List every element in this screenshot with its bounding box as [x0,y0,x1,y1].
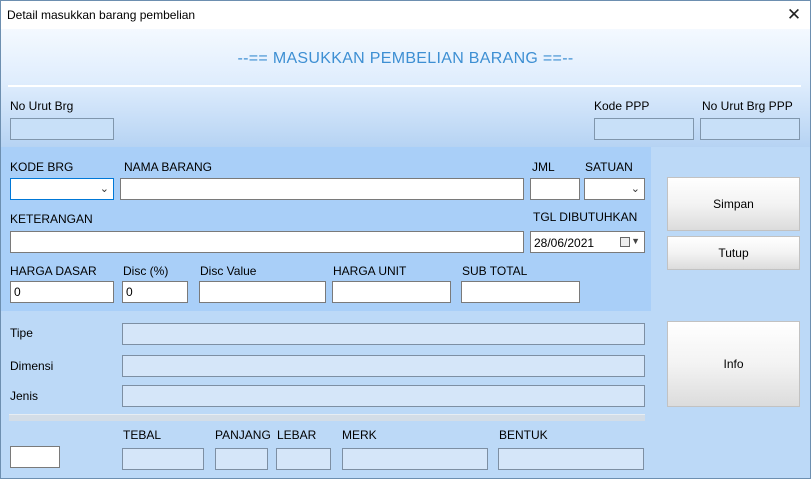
info-button-label: Info [723,357,744,371]
info-button[interactable]: Info [667,321,800,407]
no-urut-brg-field[interactable] [10,118,114,140]
lebar-field[interactable] [276,448,331,470]
lebar-label: LEBAR [277,428,317,442]
dimensi-label: Dimensi [10,359,54,373]
tgl-dibutuhkan-datepicker[interactable]: 28/06/2021 ▼ [530,231,645,253]
simpan-button[interactable]: Simpan [667,177,800,231]
jenis-label: Jenis [10,389,39,403]
kode-brg-label: KODE BRG [10,160,74,174]
tebal-label: TEBAL [123,428,162,442]
jml-field[interactable] [530,178,580,200]
dimensi-field[interactable] [122,355,645,377]
tebal-field[interactable] [122,448,204,470]
kode-brg-select[interactable]: ⌄ [10,178,114,200]
no-urut-brg-ppp-label: No Urut Brg PPP [702,99,793,113]
satuan-label: SATUAN [585,160,633,174]
nama-barang-field[interactable] [120,178,524,200]
sub-total-field[interactable] [461,281,580,303]
chevron-down-icon: ⌄ [630,183,640,195]
panjang-field[interactable] [215,448,268,470]
small-input-field[interactable] [10,446,60,468]
merk-field[interactable] [342,448,488,470]
tgl-dibutuhkan-label: TGL DIBUTUHKAN [533,210,638,224]
simpan-button-label: Simpan [713,197,754,211]
panjang-label: PANJANG [215,428,271,442]
dialog-window: Detail masukkan barang pembelian ✕ --== … [0,0,811,479]
disc-value-field[interactable] [199,281,326,303]
calendar-icon[interactable] [620,237,630,247]
keterangan-field[interactable] [10,231,524,253]
sub-total-label: SUB TOTAL [462,264,528,278]
merk-label: MERK [342,428,377,442]
nama-barang-label: NAMA BARANG [124,160,213,174]
tipe-field[interactable] [122,323,645,345]
satuan-select[interactable]: ⌄ [584,178,645,200]
header-panel: --== MASUKKAN PEMBELIAN BARANG ==-- No U… [1,29,810,147]
header-divider [8,85,801,87]
page-title: --== MASUKKAN PEMBELIAN BARANG ==-- [237,50,574,67]
tutup-button[interactable]: Tutup [667,236,800,270]
harga-unit-label: HARGA UNIT [333,264,407,278]
separator-bar [9,414,645,421]
harga-dasar-field[interactable] [10,281,114,303]
chevron-down-icon: ⌄ [99,183,109,195]
jml-label: JML [532,160,555,174]
disc-pct-field[interactable] [122,281,188,303]
tgl-dibutuhkan-value: 28/06/2021 [534,236,595,250]
title-bar: Detail masukkan barang pembelian ✕ [1,1,810,29]
tutup-button-label: Tutup [718,246,749,260]
disc-pct-label: Disc (%) [123,264,169,278]
bentuk-label: BENTUK [499,428,548,442]
harga-unit-field[interactable] [332,281,451,303]
disc-value-label: Disc Value [200,264,257,278]
bentuk-field[interactable] [498,448,644,470]
window-title: Detail masukkan barang pembelian [7,8,196,22]
chevron-down-icon: ▼ [631,236,640,246]
tipe-label: Tipe [10,326,33,340]
kode-ppp-field[interactable] [594,118,694,140]
kode-ppp-label: Kode PPP [594,99,650,113]
no-urut-brg-ppp-field[interactable] [700,118,800,140]
harga-dasar-label: HARGA DASAR [10,264,97,278]
jenis-field[interactable] [122,385,645,407]
close-icon[interactable]: ✕ [782,3,806,27]
keterangan-label: KETERANGAN [10,212,93,226]
no-urut-brg-label: No Urut Brg [10,99,74,113]
